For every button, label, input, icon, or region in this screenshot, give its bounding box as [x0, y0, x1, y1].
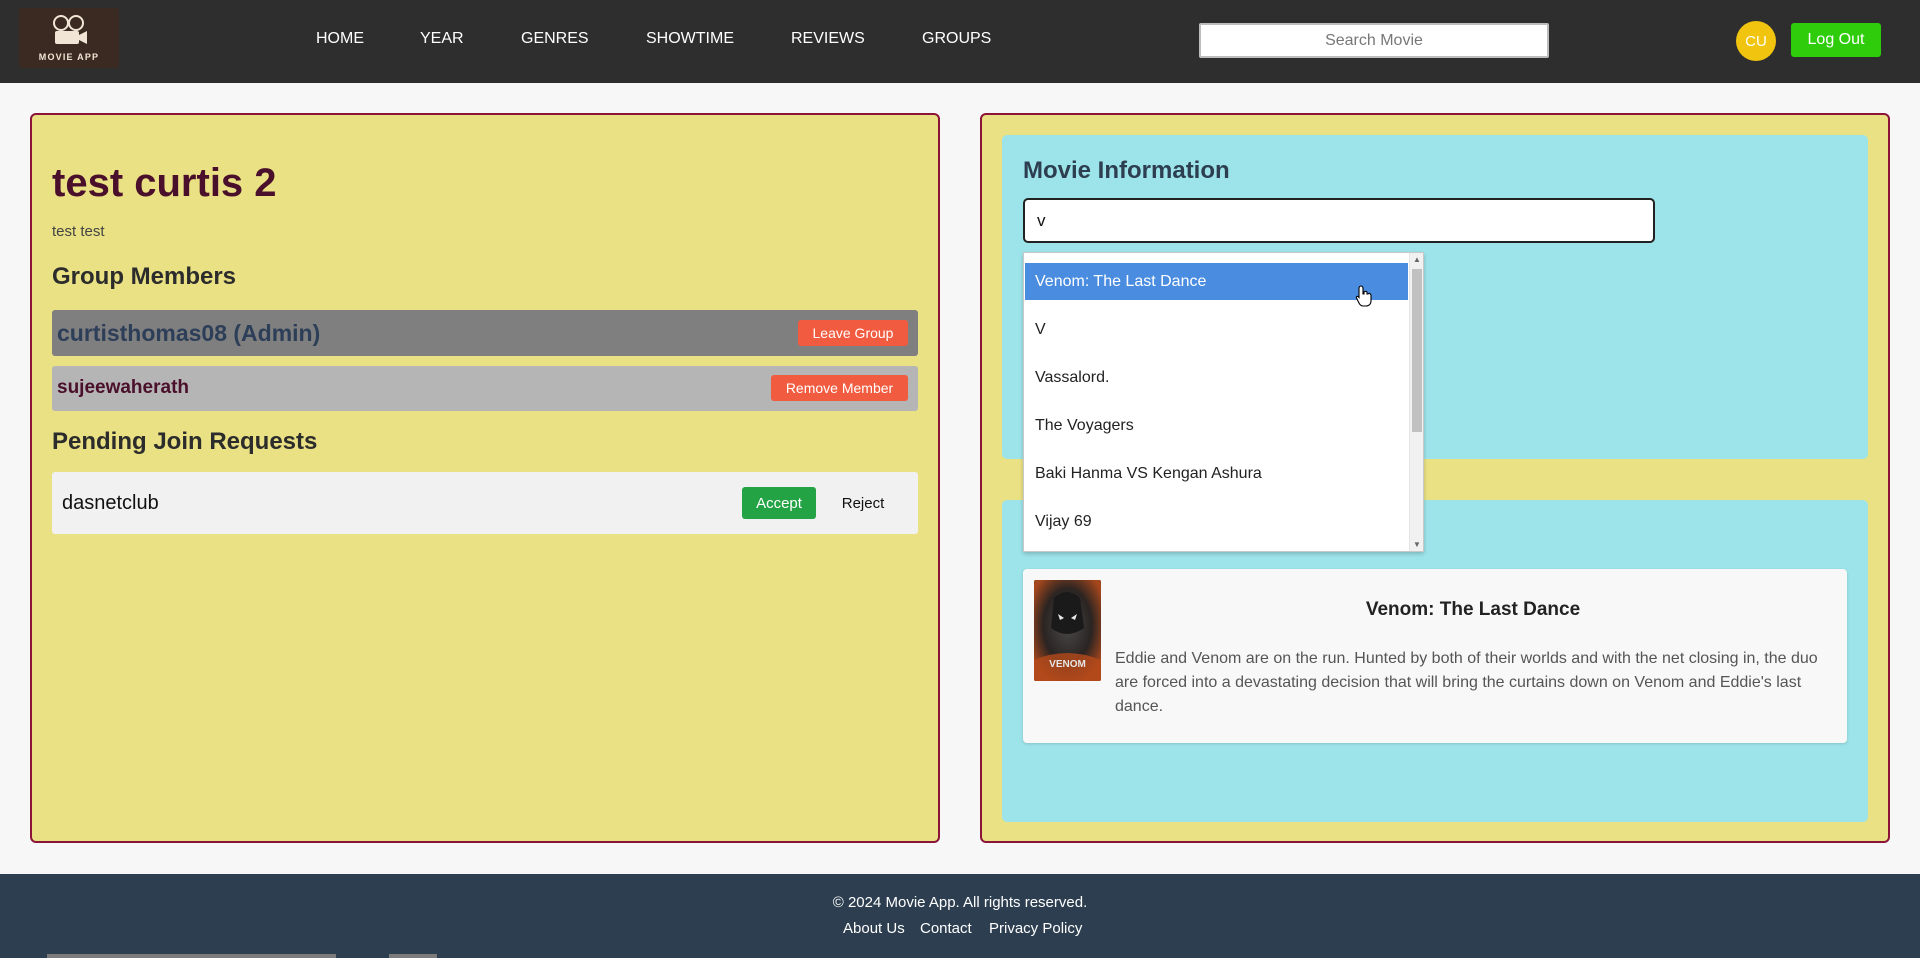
group-name: test curtis 2 — [52, 161, 277, 205]
film-camera-icon — [53, 15, 87, 44]
leave-group-button[interactable]: Leave Group — [798, 320, 908, 346]
accept-button[interactable]: Accept — [742, 487, 816, 519]
remove-member-button[interactable]: Remove Member — [771, 375, 908, 401]
footer-link-about-us[interactable]: About Us — [843, 920, 905, 937]
logout-button[interactable]: Log Out — [1791, 23, 1881, 57]
suggestion-item[interactable]: Venom: The Last Dance — [1025, 263, 1408, 300]
movie-app-logo[interactable]: MOVIE APP — [19, 8, 119, 68]
bottom-scroll-strip — [47, 954, 336, 958]
movie-card-overview: Eddie and Venom are on the run. Hunted b… — [1115, 650, 1818, 715]
page-footer: © 2024 Movie App. All rights reserved. A… — [0, 874, 1920, 958]
nav-link-showtime[interactable]: SHOWTIME — [646, 30, 734, 48]
nav-link-year[interactable]: YEAR — [420, 30, 464, 48]
member-name: sujeewaherath — [57, 377, 189, 398]
dropdown-scrollbar[interactable]: ▲ ▼ — [1409, 253, 1423, 551]
member-row-admin: curtisthomas08 (Admin) Leave Group — [52, 310, 918, 356]
scrollbar-thumb[interactable] — [1412, 269, 1422, 432]
footer-link-privacy-policy[interactable]: Privacy Policy — [989, 920, 1082, 937]
suggestion-item[interactable]: Vijay 69 — [1025, 503, 1408, 540]
nav-link-reviews[interactable]: REVIEWS — [791, 30, 865, 48]
group-details-panel: test curtis 2 test test Group Members cu… — [30, 113, 940, 843]
pending-request-row: dasnetclub Accept Reject — [52, 472, 918, 534]
reject-button[interactable]: Reject — [828, 487, 898, 519]
pending-user-name: dasnetclub — [62, 492, 159, 514]
pending-requests-heading: Pending Join Requests — [52, 428, 318, 455]
logo-text: MOVIE APP — [38, 52, 100, 62]
member-row: sujeewaherath Remove Member — [52, 366, 918, 411]
copyright-text: © 2024 Movie App. All rights reserved. — [832, 894, 1088, 911]
user-avatar[interactable]: CU — [1736, 21, 1776, 61]
suggestion-item[interactable]: V — [1025, 311, 1408, 348]
hand-cursor-icon — [1355, 285, 1372, 307]
members-heading: Group Members — [52, 263, 237, 290]
bottom-scroll-strip — [389, 954, 437, 958]
movie-information-heading: Movie Information — [1023, 157, 1230, 184]
movie-card-title: Venom: The Last Dance — [1365, 599, 1581, 620]
nav-link-groups[interactable]: GROUPS — [922, 30, 991, 48]
movie-search-field[interactable] — [1023, 198, 1655, 243]
suggestion-item[interactable]: Vassalord. — [1025, 359, 1408, 396]
movie-card[interactable]: VENOM Venom: The Last Dance Eddie and Ve… — [1023, 569, 1847, 743]
nav-link-home[interactable]: HOME — [316, 30, 364, 48]
member-name: curtisthomas08 (Admin) — [57, 320, 321, 346]
group-description: test test — [52, 223, 105, 240]
suggestion-item[interactable]: Baki Hanma VS Kengan Ashura — [1025, 455, 1408, 492]
movie-poster: VENOM — [1034, 580, 1101, 681]
scroll-up-arrow-icon[interactable]: ▲ — [1412, 255, 1422, 265]
search-movie-input[interactable] — [1199, 23, 1549, 58]
scroll-down-arrow-icon[interactable]: ▼ — [1412, 540, 1422, 550]
nav-link-genres[interactable]: GENRES — [521, 30, 589, 48]
top-navbar: MOVIE APP HOME YEAR GENRES SHOWTIME REVI… — [0, 0, 1920, 83]
suggestion-item[interactable]: The Voyagers — [1025, 407, 1408, 444]
poster-title-text: VENOM — [1049, 659, 1086, 670]
footer-link-contact[interactable]: Contact — [920, 920, 972, 937]
